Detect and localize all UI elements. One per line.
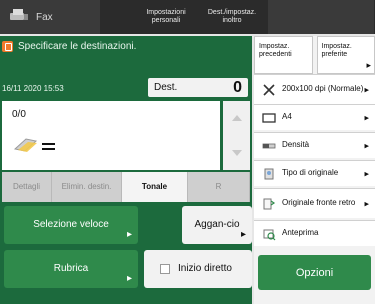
paper-icon [262,111,276,125]
tab-destinazione-impostazioni-inoltro[interactable]: Dest./impostaz. inoltro [198,0,266,34]
checkbox-icon [160,264,170,274]
warning-icon [2,40,13,52]
tab-tonale[interactable]: Tonale [122,172,188,202]
top-bar: Fax Impostazioni personali Dest./imposta… [0,0,375,34]
rubrica-button[interactable]: Rubrica ▸ [4,250,138,288]
right-top-buttons: Impostaz. precedenti Impostaz. preferite… [254,36,375,74]
resolution-icon [262,83,276,97]
datetime: 16/11 2020 15:53 [2,84,64,93]
tab-r-label: R [215,181,222,191]
page-title-text: Specificare le destinazioni. [18,40,137,52]
expand-arrow-icon: ▸ [364,140,369,150]
aggancio-button[interactable]: Aggan-cio ▸ [182,206,252,244]
original-type-icon [262,167,276,181]
settings-item-label: Originale fronte retro [282,198,356,208]
settings-item-resolution[interactable]: 200x100 dpi (Normale) ▸ [254,74,375,104]
preview-icon [262,227,276,241]
duplex-original-icon [262,197,276,211]
fax-document-icon [12,135,58,162]
expand-arrow-icon: ▸ [126,228,132,240]
expand-arrow-icon: ▸ [364,84,369,94]
inizio-diretto-label: Inizio diretto [178,262,232,274]
list-counter: 0/0 [12,109,26,120]
destination-label: Dest. [154,82,178,93]
impostazioni-preferite-label: Impostaz. preferite [321,43,352,58]
list-scroll [223,101,250,170]
settings-item-density[interactable]: Densità ▸ [254,132,375,158]
density-icon [262,139,276,153]
settings-item-label: A4 [282,112,292,122]
destination-count: 0 [233,78,242,96]
scroll-up-button[interactable] [223,101,250,135]
settings-item-duplex-original[interactable]: Originale fronte retro ▸ [254,188,375,218]
settings-item-label: 200x100 dpi (Normale) [282,84,364,94]
tab-dettagli[interactable]: Dettagli [2,172,52,202]
settings-item-label: Tipo di originale [282,168,339,178]
chevron-down-icon [231,150,242,156]
tab-elimina-destinazioni[interactable]: Elimin. destin. [52,172,122,202]
opzioni-button[interactable]: Opzioni [258,255,371,290]
expand-arrow-icon: ▸ [364,168,369,178]
tab-r[interactable]: R [188,172,250,202]
destination-counter: Dest. 0 [148,78,248,97]
opzioni-label: Opzioni [295,266,334,279]
scroll-down-button[interactable] [223,136,250,170]
impostazioni-precedenti-button[interactable]: Impostaz. precedenti [254,36,313,74]
selezione-veloce-label: Selezione veloce [33,218,109,230]
chevron-up-icon [231,115,242,121]
impostazioni-precedenti-label: Impostaz. precedenti [259,43,292,58]
destination-tabs: Dettagli Elimin. destin. Tonale R [2,172,250,202]
tab-dettagli-label: Dettagli [12,181,41,191]
inizio-diretto-button[interactable]: Inizio diretto [144,250,252,288]
settings-item-original-type[interactable]: Tipo di originale ▸ [254,160,375,186]
tab-elimina-destinazioni-label: Elimin. destin. [61,181,112,191]
app-switcher[interactable]: Fax [0,0,100,34]
expand-arrow-icon: ▸ [366,60,371,71]
fax-app-icon [8,7,30,28]
expand-arrow-icon: ▸ [364,198,369,208]
tab-tonale-label: Tonale [141,181,168,191]
settings-item-label: Anteprima [282,228,319,238]
impostazioni-preferite-button[interactable]: Impostaz. preferite ▸ [316,36,375,74]
settings-item-preview[interactable]: Anteprima [254,220,375,246]
selezione-veloce-button[interactable]: Selezione veloce ▸ [4,206,138,244]
top-empty-area [268,0,374,34]
expand-arrow-icon: ▸ [126,272,132,284]
page-title: Specificare le destinazioni. [2,39,250,53]
destination-list[interactable]: 0/0 [2,101,220,170]
expand-arrow-icon: ▸ [364,112,369,122]
tab-impostazioni-personali[interactable]: Impostazioni personali [136,0,196,34]
rubrica-label: Rubrica [53,262,89,274]
app-label: Fax [36,11,53,23]
expand-arrow-icon: ▸ [240,228,246,240]
aggancio-label: Aggan-cio [194,218,240,230]
settings-item-paper[interactable]: A4 ▸ [254,104,375,130]
settings-item-label: Densità [282,140,310,150]
